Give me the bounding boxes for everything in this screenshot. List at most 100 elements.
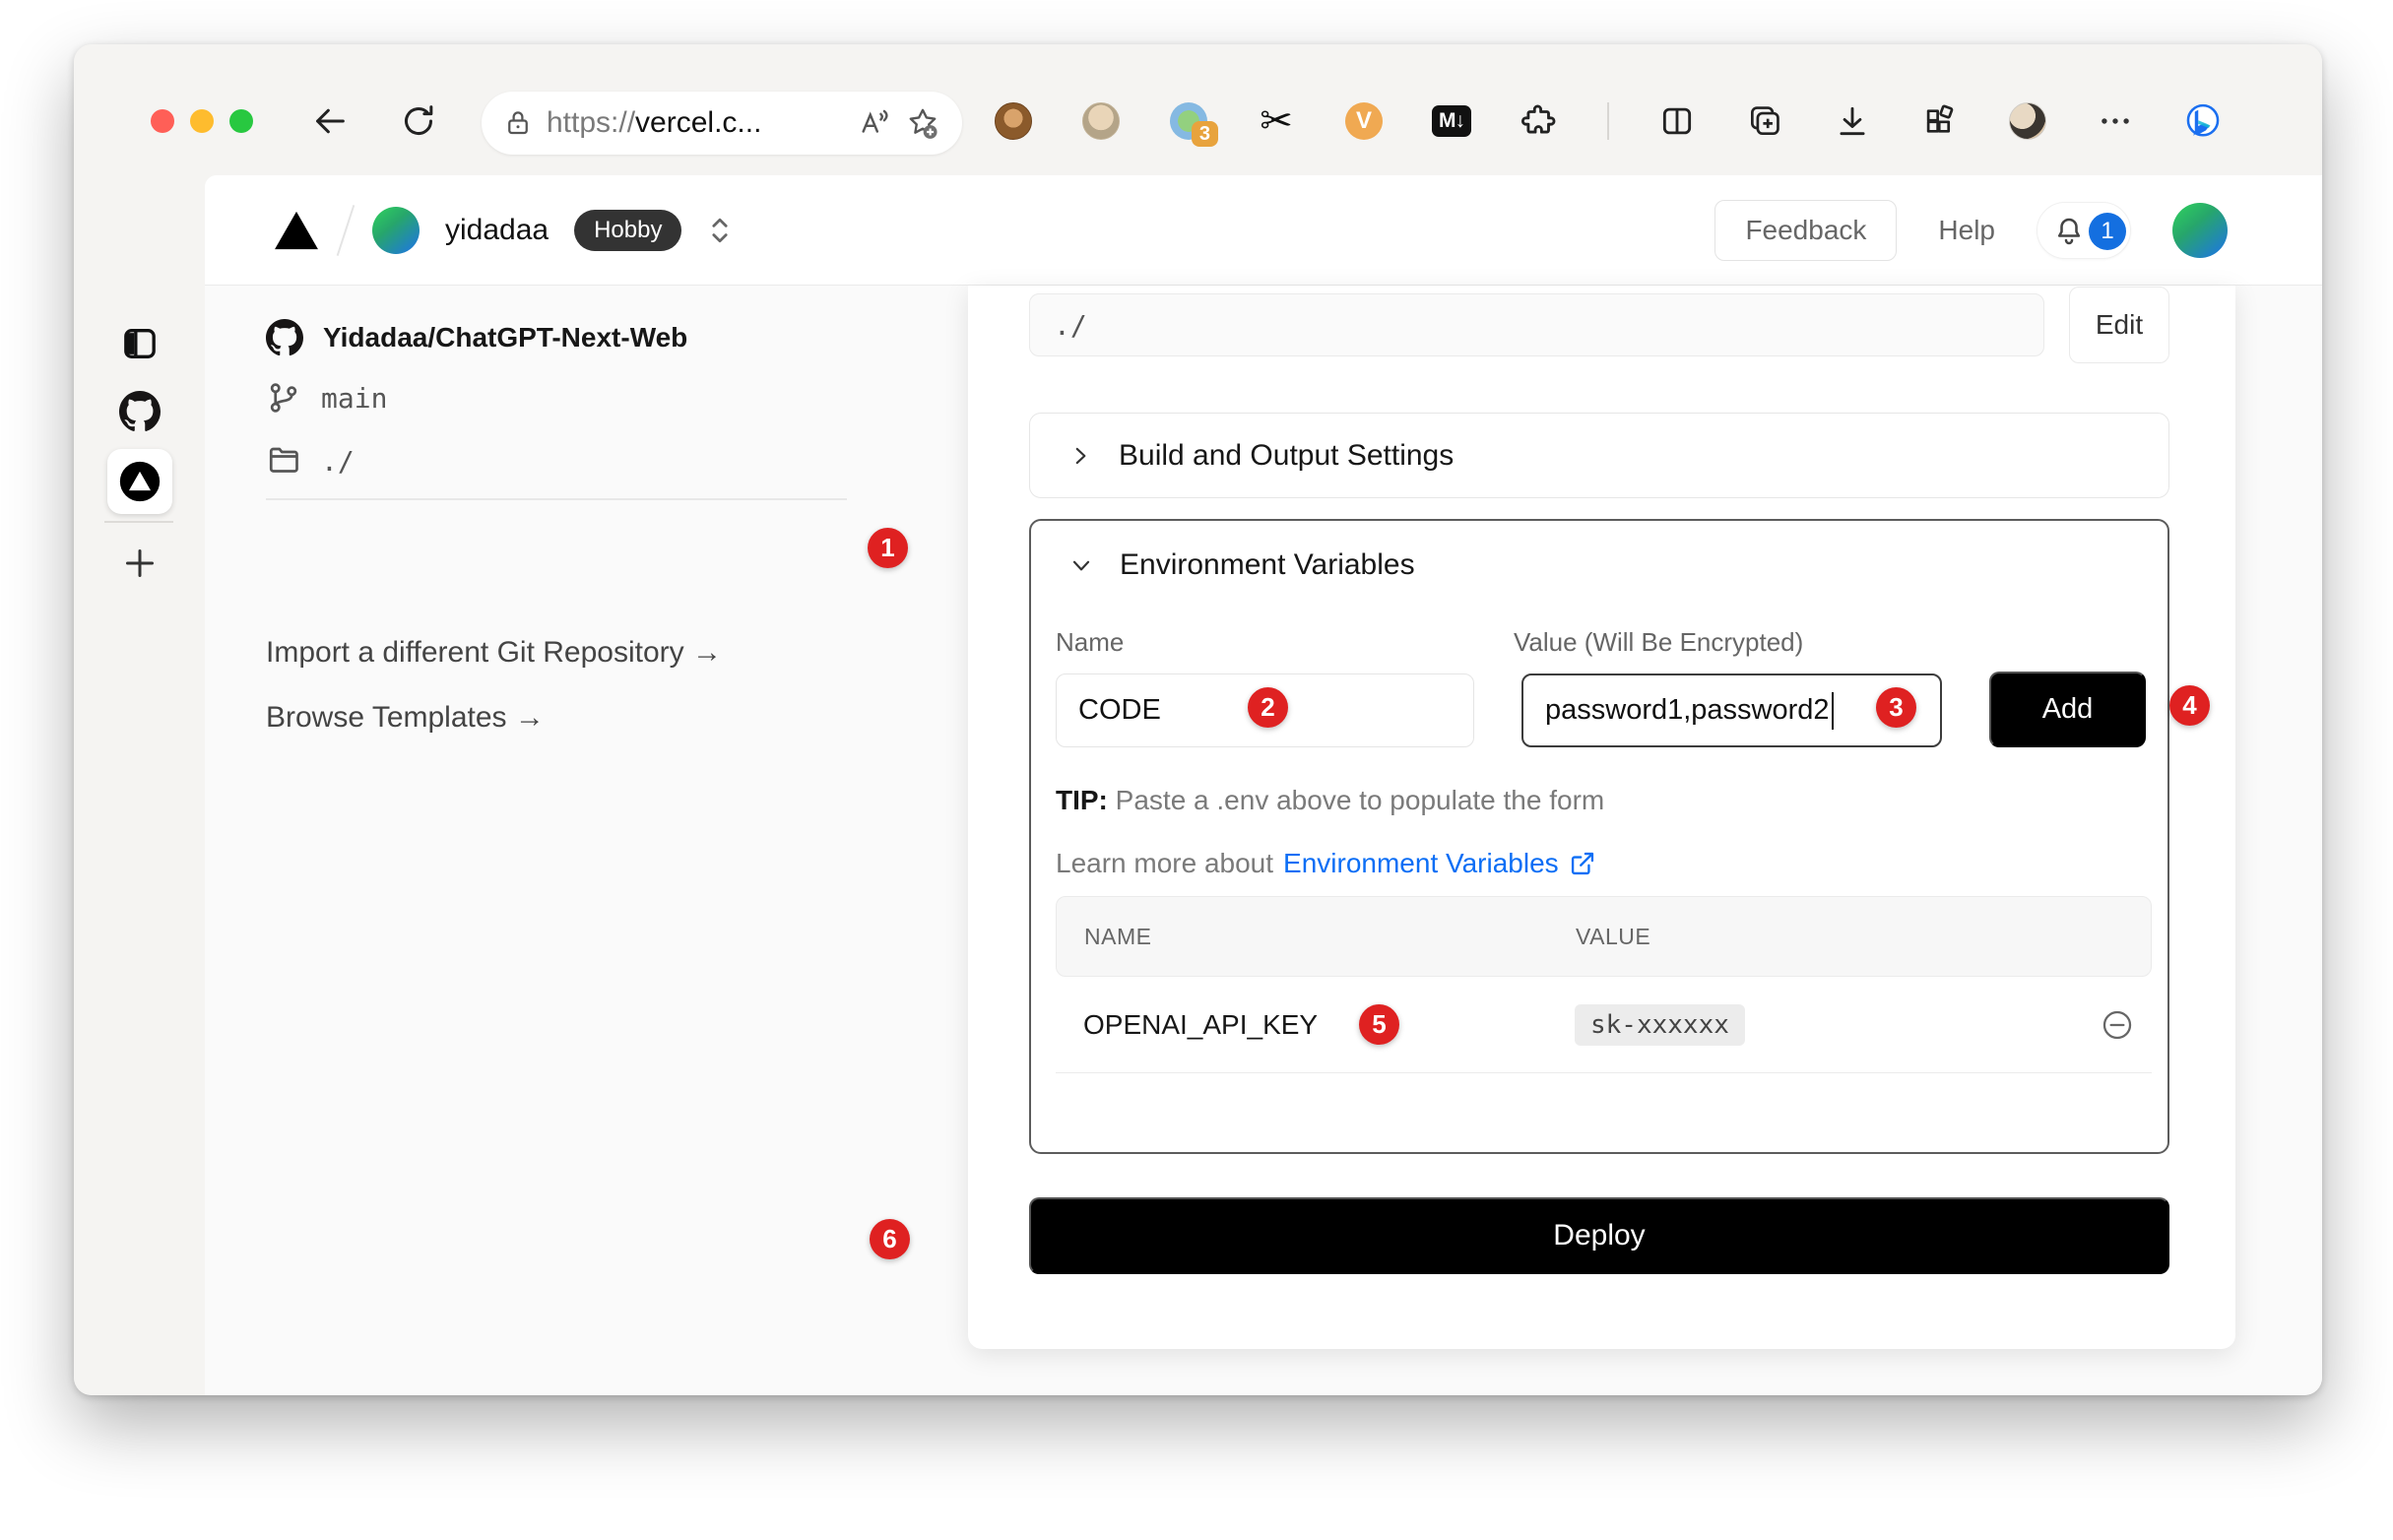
url-protocol: https://: [547, 106, 635, 139]
env-docs-link[interactable]: Environment Variables: [1283, 848, 1559, 879]
github-icon: [266, 319, 303, 356]
back-icon[interactable]: [310, 101, 350, 141]
browser-window: https://vercel.c... 3 ✂ V M↓: [74, 44, 2322, 1395]
refresh-icon[interactable]: [399, 101, 438, 141]
help-link[interactable]: Help: [1938, 215, 1995, 246]
branch-name: main: [321, 382, 387, 415]
root-directory-field: ./: [1029, 293, 2044, 356]
build-section-title: Build and Output Settings: [1119, 439, 1454, 473]
text-cursor: [1832, 692, 1834, 730]
env-value-value: password1,password2: [1545, 694, 1830, 727]
v2ex-extension-icon[interactable]: V: [1344, 101, 1384, 141]
env-name-value: CODE: [1078, 694, 1161, 727]
read-aloud-icon[interactable]: [858, 106, 891, 140]
configure-project-card: ./ Edit Build and Output Settings Enviro…: [968, 286, 2235, 1349]
tampermonkey-extension-icon[interactable]: [994, 101, 1033, 141]
sidebar-divider: [104, 521, 173, 523]
annotation-badge-5: 5: [1359, 1004, 1399, 1045]
edit-root-button[interactable]: Edit: [2069, 287, 2169, 363]
downloads-icon[interactable]: [1833, 101, 1872, 141]
annotation-badge-4: 4: [2169, 685, 2210, 726]
external-link-icon[interactable]: [1569, 850, 1596, 877]
repo-row: Yidadaa/ChatGPT-Next-Web: [266, 319, 687, 356]
name-label: Name: [1056, 627, 1124, 658]
root-dir-row: ./: [266, 443, 355, 479]
apps-grid-icon[interactable]: [1920, 101, 1960, 141]
browser-toolbar: https://vercel.c... 3 ✂ V M↓: [74, 44, 2322, 175]
notification-count: 1: [2089, 213, 2126, 250]
environment-variables-section: Environment Variables Name Value (Will B…: [1029, 519, 2169, 1154]
plan-badge: Hobby: [574, 210, 681, 251]
learn-prefix: Learn more about: [1056, 848, 1273, 879]
tip-text: Paste a .env above to populate the form: [1108, 785, 1604, 815]
url-text: https://vercel.c...: [547, 106, 844, 140]
add-env-button[interactable]: Add: [1989, 672, 2146, 747]
folder-icon: [266, 443, 301, 479]
maximize-window-button[interactable]: [229, 109, 253, 133]
team-switcher-icon[interactable]: [707, 214, 733, 247]
profile-avatar[interactable]: [2008, 101, 2047, 141]
extensions-puzzle-icon[interactable]: [1520, 101, 1559, 141]
feedback-button[interactable]: Feedback: [1714, 200, 1897, 261]
collections-icon[interactable]: [1745, 101, 1784, 141]
annotation-badge-1: 1: [868, 528, 908, 568]
toolbar-divider: [1607, 102, 1609, 140]
chevron-right-icon: [1067, 443, 1093, 469]
learn-more-line: Learn more about Environment Variables: [1056, 848, 1596, 879]
env-row-name: OPENAI_API_KEY: [1083, 1009, 1318, 1041]
github-tab-icon[interactable]: [119, 391, 161, 432]
more-menu-icon[interactable]: [2096, 101, 2135, 141]
env-row-value: sk-xxxxxx: [1575, 1004, 1745, 1046]
annotation-badge-3: 3: [1876, 687, 1916, 728]
proxy-extension-icon[interactable]: 3: [1169, 101, 1208, 141]
screenshot-stage: https://vercel.c... 3 ✂ V M↓: [0, 0, 2393, 1540]
vertical-tab-strip: [74, 175, 205, 1395]
tip-line: TIP: Paste a .env above to populate the …: [1056, 785, 1604, 816]
env-table-header: NAME VALUE: [1056, 896, 2152, 977]
value-label: Value (Will Be Encrypted): [1514, 627, 1803, 658]
team-avatar[interactable]: [372, 207, 420, 254]
repo-name: Yidadaa/ChatGPT-Next-Web: [323, 322, 687, 353]
chevron-down-icon: [1068, 552, 1094, 578]
tab-panel-icon[interactable]: [120, 324, 160, 363]
url-host: vercel.c...: [635, 106, 761, 139]
build-output-settings-section[interactable]: Build and Output Settings: [1029, 413, 2169, 498]
deploy-button[interactable]: Deploy: [1029, 1197, 2169, 1274]
left-panel-divider: [266, 498, 847, 500]
row-divider: [1056, 1072, 2152, 1073]
import-different-repo-link[interactable]: Import a different Git Repository →: [266, 636, 722, 670]
lock-icon: [503, 108, 533, 138]
close-window-button[interactable]: [151, 109, 174, 133]
env-section-title: Environment Variables: [1120, 548, 1415, 582]
split-screen-icon[interactable]: [1657, 101, 1697, 141]
add-favorite-icon[interactable]: [905, 105, 940, 141]
notifications-button[interactable]: 1: [2037, 202, 2131, 259]
env-section-header[interactable]: Environment Variables: [1068, 548, 1415, 582]
value-column-header: VALUE: [1576, 924, 1650, 950]
vercel-logo[interactable]: [274, 210, 319, 251]
git-branch-icon: [266, 380, 301, 416]
new-tab-button[interactable]: [120, 544, 160, 583]
clipper-extension-icon[interactable]: ✂: [1257, 101, 1296, 141]
env-table-row: OPENAI_API_KEY sk-xxxxxx: [1056, 977, 2152, 1072]
remove-env-icon[interactable]: [2101, 1008, 2134, 1042]
tip-label: TIP:: [1056, 785, 1108, 815]
user-avatar[interactable]: [2172, 203, 2228, 258]
branch-row: main: [266, 380, 387, 416]
annotation-badge-2: 2: [1248, 687, 1288, 728]
bell-icon: [2051, 214, 2087, 249]
vercel-active-tab[interactable]: [107, 449, 172, 514]
team-name: yidadaa: [445, 214, 549, 247]
extensions-row: 3 ✂ V M↓: [994, 101, 2223, 141]
root-dir-value: ./: [321, 445, 355, 478]
name-column-header: NAME: [1084, 924, 1151, 950]
minimize-window-button[interactable]: [190, 109, 214, 133]
browse-templates-link[interactable]: Browse Templates →: [266, 701, 545, 735]
user-persona-extension-icon[interactable]: [1081, 101, 1121, 141]
markdown-extension-icon[interactable]: M↓: [1432, 101, 1471, 141]
breadcrumb-slash: [337, 205, 356, 256]
address-bar[interactable]: https://vercel.c...: [482, 92, 962, 155]
bing-chat-icon[interactable]: [2183, 101, 2223, 141]
vercel-header: yidadaa Hobby Feedback Help 1: [205, 175, 2322, 286]
annotation-badge-6: 6: [870, 1219, 910, 1259]
